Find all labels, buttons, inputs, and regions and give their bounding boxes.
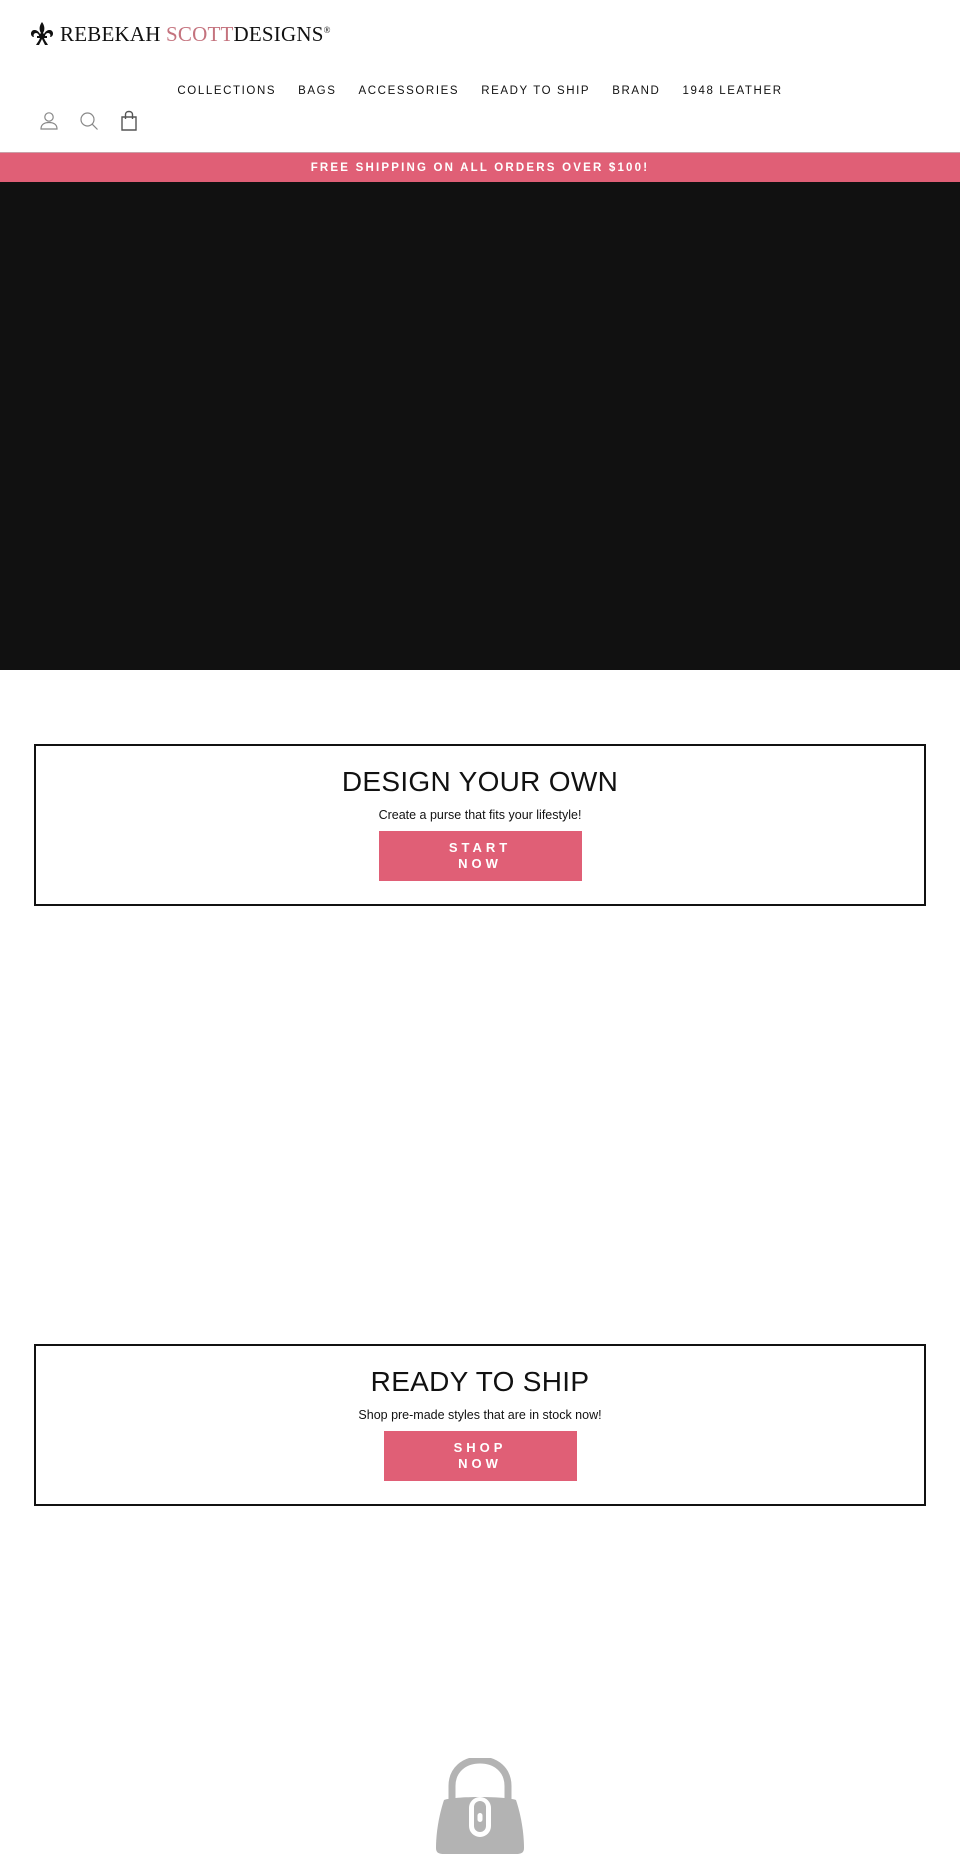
section-title: READY TO SHIP [370, 1366, 590, 1397]
nav-item-accessories[interactable]: ACCESSORIES [348, 85, 471, 97]
button-label-line2: NOW [458, 856, 502, 871]
nav-item-bags[interactable]: BAGS [287, 85, 347, 97]
search-icon[interactable] [78, 110, 100, 132]
shop-now-button[interactable]: SHOP NOW [383, 1431, 577, 1481]
brand-name: REBEKAH SCOTTDESIGNS® [60, 21, 331, 46]
handbag-icon [432, 1756, 528, 1856]
section-subtitle: Shop pre-made styles that are in stock n… [358, 1408, 602, 1422]
nav-item-collections[interactable]: COLLECTIONS [166, 85, 287, 97]
button-label-line1: SHOP [453, 1440, 507, 1455]
nav-item-ready-to-ship[interactable]: READY TO SHIP [470, 85, 601, 97]
main-nav: COLLECTIONS BAGS ACCESSORIES READY TO SH… [0, 85, 960, 97]
button-label-line2: NOW [458, 1456, 502, 1471]
section-title: DESIGN YOUR OWN [341, 766, 619, 797]
brand-logo[interactable]: REBEKAH SCOTTDESIGNS® [28, 20, 331, 48]
start-now-button[interactable]: START NOW [378, 831, 582, 881]
ready-to-ship-section: READY TO SHIP Shop pre-made styles that … [34, 1344, 926, 1506]
announcement-bar: FREE SHIPPING ON ALL ORDERS OVER $100! [0, 152, 960, 182]
nav-item-1948-leather[interactable]: 1948 LEATHER [671, 85, 793, 97]
site-header: REBEKAH SCOTTDESIGNS® COLLECTIONS BAGS A… [0, 0, 960, 152]
header-icons [38, 110, 140, 132]
cart-icon[interactable] [118, 110, 140, 132]
account-icon[interactable] [38, 110, 60, 132]
button-label-line1: START [448, 840, 512, 855]
hero-banner[interactable] [0, 182, 960, 670]
section-subtitle: Create a purse that fits your lifestyle! [378, 808, 582, 822]
fleur-de-lis-icon [30, 22, 54, 45]
nav-item-brand[interactable]: BRAND [601, 85, 671, 97]
design-your-own-section: DESIGN YOUR OWN Create a purse that fits… [34, 744, 926, 906]
